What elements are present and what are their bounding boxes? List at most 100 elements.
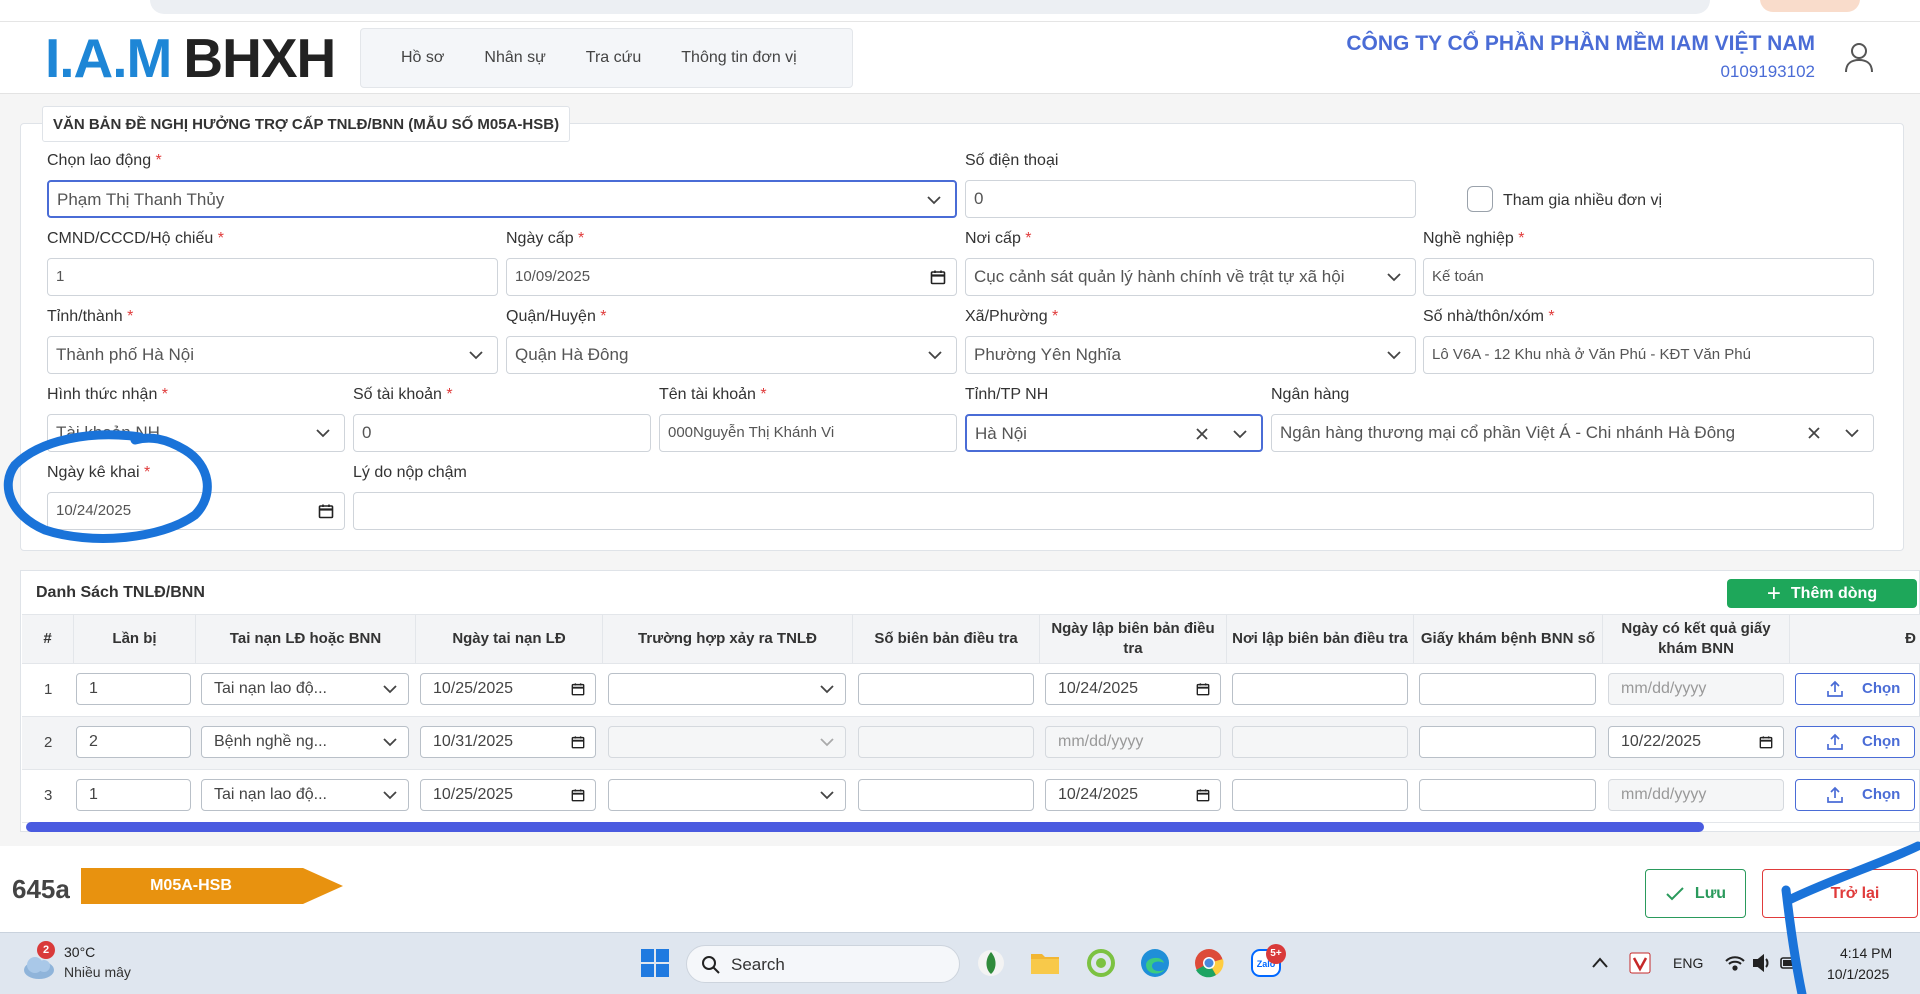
employee-select[interactable]: Phạm Thị Thanh Thủy bbox=[47, 180, 957, 218]
leaf-app-icon[interactable] bbox=[974, 946, 1008, 980]
exam-date-input[interactable]: mm/dd/yyyy bbox=[1608, 779, 1784, 811]
receive-method-select[interactable]: Tài khoản NH bbox=[47, 414, 345, 452]
exam-number-input[interactable] bbox=[1419, 779, 1596, 811]
chevron-down-icon bbox=[1233, 430, 1247, 439]
nav-thong-tin-don-vi[interactable]: Thông tin đơn vị bbox=[681, 49, 796, 67]
report-date-input[interactable]: 10/24/2025 bbox=[1045, 673, 1221, 705]
back-button[interactable]: Trở lại bbox=[1762, 869, 1918, 918]
issue-date-input[interactable]: 10/09/2025 bbox=[506, 258, 957, 296]
multi-unit-label: Tham gia nhiều đơn vị bbox=[1503, 192, 1663, 209]
calendar-icon[interactable] bbox=[1759, 735, 1773, 749]
occupation-input[interactable]: Kế toán bbox=[1423, 258, 1874, 296]
report-date-input[interactable]: 10/24/2025 bbox=[1045, 779, 1221, 811]
nav-nhan-su[interactable]: Nhân sự bbox=[484, 49, 545, 67]
clock-time[interactable]: 4:14 PM bbox=[1840, 945, 1892, 961]
upload-button[interactable]: Chọn bbox=[1795, 673, 1915, 705]
report-number-input[interactable] bbox=[858, 673, 1034, 705]
times-input[interactable]: 1 bbox=[76, 673, 191, 705]
account-name-input[interactable]: 000Nguyễn Thị Khánh Vi bbox=[659, 414, 957, 452]
accident-case-select[interactable] bbox=[608, 673, 846, 705]
profile-pill[interactable] bbox=[1760, 0, 1860, 12]
report-place-input[interactable] bbox=[1232, 673, 1408, 705]
battery-icon[interactable] bbox=[1780, 955, 1800, 971]
province-select[interactable]: Thành phố Hà Nội bbox=[47, 336, 498, 374]
calendar-icon[interactable] bbox=[318, 503, 334, 519]
accident-case-select[interactable] bbox=[608, 779, 846, 811]
report-place-input[interactable] bbox=[1232, 779, 1408, 811]
id-number-input[interactable]: 1 bbox=[47, 258, 498, 296]
cloud-icon[interactable] bbox=[22, 954, 56, 980]
report-number-input[interactable] bbox=[858, 726, 1034, 758]
clock-date[interactable]: 10/1/2025 bbox=[1827, 966, 1889, 982]
nav-tra-cuu[interactable]: Tra cứu bbox=[586, 49, 641, 67]
district-select[interactable]: Quận Hà Đông bbox=[506, 336, 957, 374]
calendar-icon[interactable] bbox=[930, 269, 946, 285]
times-input[interactable]: 2 bbox=[76, 726, 191, 758]
file-explorer-icon[interactable] bbox=[1028, 946, 1062, 980]
antivirus-icon[interactable] bbox=[1629, 952, 1651, 974]
exam-date-input[interactable]: 10/22/2025 bbox=[1608, 726, 1784, 758]
col-accident-date: Ngày tai nạn LĐ bbox=[415, 614, 602, 664]
multi-unit-checkbox[interactable] bbox=[1467, 186, 1493, 212]
add-row-button[interactable]: + Thêm dòng bbox=[1727, 579, 1917, 608]
accident-type-select[interactable]: Bệnh nghề ng... bbox=[201, 726, 409, 758]
clear-icon[interactable] bbox=[1193, 425, 1211, 443]
accident-case-select[interactable] bbox=[608, 726, 846, 758]
accident-type-select[interactable]: Tai nạn lao độ... bbox=[201, 779, 409, 811]
declare-date-input[interactable]: 10/24/2025 bbox=[47, 492, 345, 530]
search-icon bbox=[702, 956, 720, 974]
accident-date-input[interactable]: 10/25/2025 bbox=[420, 779, 596, 811]
calendar-icon[interactable] bbox=[1196, 682, 1210, 696]
address-input[interactable]: Lô V6A - 12 Khu nhà ở Văn Phú - KĐT Văn … bbox=[1423, 336, 1874, 374]
col-exam-date: Ngày có kết quả giấy khám BNN bbox=[1602, 614, 1789, 664]
nav-ho-so[interactable]: Hồ sơ bbox=[401, 49, 444, 67]
form-title: VĂN BẢN ĐỀ NGHỊ HƯỞNG TRỢ CẤP TNLĐ/BNN (… bbox=[42, 106, 571, 142]
user-icon[interactable] bbox=[1842, 40, 1876, 74]
report-place-input[interactable] bbox=[1232, 726, 1408, 758]
edge-icon[interactable] bbox=[1138, 946, 1172, 980]
bank-select[interactable]: Ngân hàng thương mại cổ phần Việt Á - Ch… bbox=[1271, 414, 1874, 452]
chevron-up-icon[interactable] bbox=[1591, 956, 1609, 970]
upload-button[interactable]: Chọn bbox=[1795, 726, 1915, 758]
calendar-icon[interactable] bbox=[571, 788, 585, 802]
accident-type-select[interactable]: Tai nạn lao độ... bbox=[201, 673, 409, 705]
accident-date-input[interactable]: 10/25/2025 bbox=[420, 673, 596, 705]
calendar-icon[interactable] bbox=[571, 735, 585, 749]
upload-icon bbox=[1827, 786, 1843, 803]
windows-start-icon[interactable] bbox=[638, 946, 672, 980]
clear-icon[interactable] bbox=[1805, 424, 1823, 442]
issue-place-select[interactable]: Cục cảnh sát quản lý hành chính về trật … bbox=[965, 258, 1416, 296]
save-button[interactable]: Lưu bbox=[1645, 869, 1746, 918]
issue-date-label: Ngày cấp * bbox=[506, 230, 585, 247]
language-indicator[interactable]: ENG bbox=[1673, 955, 1703, 971]
horizontal-scrollbar[interactable] bbox=[26, 822, 1704, 832]
report-number-input[interactable] bbox=[858, 779, 1034, 811]
calendar-icon[interactable] bbox=[571, 682, 585, 696]
account-number-input[interactable]: 0 bbox=[353, 414, 651, 452]
report-date-input[interactable]: mm/dd/yyyy bbox=[1045, 726, 1221, 758]
exam-date-input[interactable]: mm/dd/yyyy bbox=[1608, 673, 1784, 705]
chevron-down-icon bbox=[820, 791, 834, 800]
logo[interactable]: I.A.M BHXH bbox=[45, 26, 336, 90]
times-input[interactable]: 1 bbox=[76, 779, 191, 811]
phone-input[interactable]: 0 bbox=[965, 180, 1416, 218]
chevron-down-icon bbox=[1387, 351, 1401, 360]
bank-province-select[interactable]: Hà Nội bbox=[965, 414, 1263, 452]
accident-date-input[interactable]: 10/31/2025 bbox=[420, 726, 596, 758]
account-name-label: Tên tài khoản * bbox=[659, 386, 767, 403]
issue-place-label: Nơi cấp * bbox=[965, 230, 1032, 247]
exam-number-input[interactable] bbox=[1419, 726, 1596, 758]
late-reason-input[interactable] bbox=[353, 492, 1874, 530]
wifi-icon[interactable] bbox=[1724, 954, 1746, 972]
calendar-icon[interactable] bbox=[1196, 788, 1210, 802]
volume-icon[interactable] bbox=[1752, 954, 1774, 972]
address-bar[interactable] bbox=[150, 0, 1710, 14]
chevron-down-icon bbox=[928, 351, 942, 360]
chrome-icon[interactable] bbox=[1192, 946, 1226, 980]
green-app-icon[interactable] bbox=[1084, 946, 1118, 980]
taskbar-search[interactable]: Search bbox=[686, 945, 960, 983]
form-code: 645a bbox=[12, 874, 70, 904]
ward-select[interactable]: Phường Yên Nghĩa bbox=[965, 336, 1416, 374]
upload-button[interactable]: Chọn bbox=[1795, 779, 1915, 811]
exam-number-input[interactable] bbox=[1419, 673, 1596, 705]
